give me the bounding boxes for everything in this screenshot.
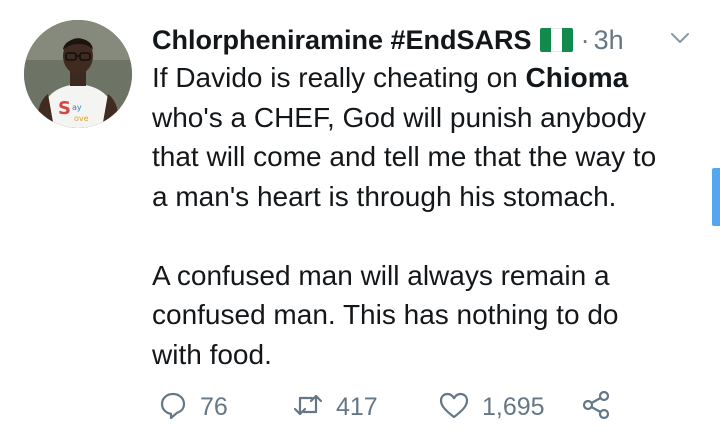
tweet-text-line: A confused man will always remain a xyxy=(152,259,610,291)
nigeria-flag-icon xyxy=(539,28,573,52)
svg-text:ay: ay xyxy=(72,103,82,112)
tweet-text-line: confused man. This has nothing to do xyxy=(152,299,619,330)
tweet-header: Chlorpheniramine #EndSARS · 3h xyxy=(152,20,624,60)
avatar[interactable]: S ay ove xyxy=(24,20,132,128)
chevron-down-icon[interactable] xyxy=(666,24,694,52)
tweet-text-line: who's a CHEF, God will punish anybody xyxy=(152,101,647,133)
retweet-count: 417 xyxy=(336,392,378,421)
tweet-text-line: a man's heart is through his stomach. xyxy=(152,180,617,212)
share-button[interactable] xyxy=(580,386,612,428)
timestamp[interactable]: 3h xyxy=(594,25,624,56)
tweet[interactable]: S ay ove Chlorpheniramine #EndSARS · 3h … xyxy=(0,0,720,441)
shirt-print-s: S xyxy=(58,98,71,119)
action-bar: 76 417 1,695 xyxy=(152,386,712,428)
like-button[interactable]: 1,695 xyxy=(438,386,545,428)
tweet-text-segment: If Davido is really cheating on xyxy=(152,62,526,93)
share-icon xyxy=(580,389,612,426)
scroll-indicator[interactable] xyxy=(712,168,720,226)
like-count: 1,695 xyxy=(482,392,545,421)
tweet-text-line: with food. xyxy=(152,338,272,370)
retweet-icon xyxy=(292,390,324,425)
display-name[interactable]: Chlorpheniramine #EndSARS xyxy=(152,25,532,56)
reply-count: 76 xyxy=(200,392,228,421)
reply-icon xyxy=(158,390,188,425)
tweet-text-line: that will come and tell me that the way … xyxy=(152,141,657,172)
svg-text:ove: ove xyxy=(74,114,89,123)
tweet-text-line: If Davido is really cheating on Chioma xyxy=(152,58,712,98)
retweet-button[interactable]: 417 xyxy=(292,386,378,428)
tweet-text: If Davido is really cheating on Chioma w… xyxy=(152,58,712,374)
tweet-text-bold: Chioma xyxy=(525,62,629,93)
like-icon xyxy=(438,390,470,425)
separator-dot: · xyxy=(580,24,590,55)
reply-button[interactable]: 76 xyxy=(158,386,228,428)
avatar-image: S ay ove xyxy=(24,20,132,128)
